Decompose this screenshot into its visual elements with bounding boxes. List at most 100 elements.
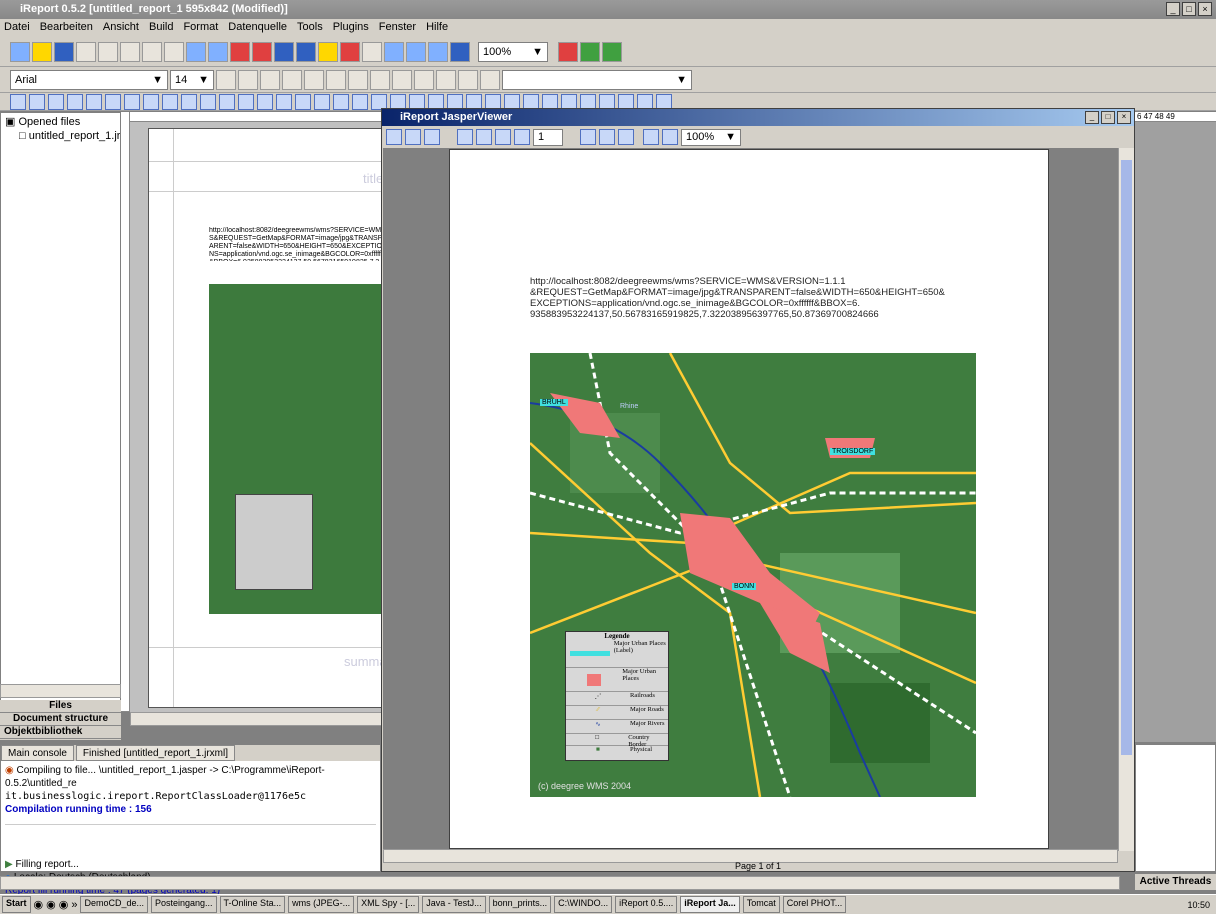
pointer-icon[interactable] (142, 41, 162, 62)
viewer-vscroll[interactable] (1118, 148, 1134, 851)
task-button[interactable]: Java - TestJ... (422, 896, 486, 913)
align-icon[interactable] (29, 93, 45, 110)
quicklaunch-icon[interactable]: ◉ (34, 898, 44, 911)
align-left-icon[interactable] (348, 69, 368, 90)
align-icon[interactable] (333, 93, 349, 110)
valign-bottom-icon[interactable] (480, 69, 500, 90)
copy-icon[interactable] (98, 41, 118, 62)
image-icon[interactable] (252, 41, 272, 62)
menu-format[interactable]: Format (183, 21, 218, 35)
design-map-image[interactable] (209, 284, 383, 614)
menu-bearbeiten[interactable]: Bearbeiten (40, 21, 93, 35)
tab-main-console[interactable]: Main console (1, 745, 74, 761)
task-button[interactable]: Tomcat (742, 896, 780, 913)
align-icon[interactable] (48, 93, 64, 110)
task-button[interactable]: Corel PHOT... (782, 896, 847, 913)
shrink-font-icon[interactable] (238, 69, 258, 90)
menu-datenquelle[interactable]: Datenquelle (228, 21, 287, 35)
task-button[interactable]: T-Online Sta... (219, 896, 286, 913)
last-page-icon[interactable] (514, 129, 530, 145)
align-icon[interactable] (86, 93, 102, 110)
run-icon[interactable] (580, 41, 600, 62)
chart-icon[interactable] (340, 41, 360, 62)
open-icon[interactable] (32, 41, 52, 62)
close-button[interactable]: × (1198, 2, 1212, 16)
zoom-out-icon[interactable] (662, 129, 678, 145)
new-icon[interactable] (10, 41, 30, 62)
compile-icon[interactable] (558, 41, 578, 62)
quicklaunch-icon[interactable]: ◉ (46, 898, 56, 911)
design-hscroll[interactable] (130, 712, 384, 726)
style-select[interactable]: ▼ (502, 69, 692, 90)
align-icon[interactable] (143, 93, 159, 110)
fit-page-icon[interactable] (599, 129, 615, 145)
prev-page-icon[interactable] (476, 129, 492, 145)
close-button[interactable]: × (1117, 111, 1131, 124)
align-icon[interactable] (162, 93, 178, 110)
reload-icon[interactable] (424, 129, 440, 145)
line-icon[interactable] (164, 41, 184, 62)
barcode-icon[interactable] (362, 41, 382, 62)
align-icon[interactable] (276, 93, 292, 110)
rectangle-icon[interactable] (186, 41, 206, 62)
frame-icon[interactable] (384, 41, 404, 62)
ellipse-icon[interactable] (230, 41, 250, 62)
design-url-field[interactable]: http://localhost:8082/deegreewms/wms?SER… (209, 227, 383, 261)
menu-hilfe[interactable]: Hilfe (426, 21, 448, 35)
cut-icon[interactable] (76, 41, 96, 62)
quicklaunch-icon[interactable]: ◉ (59, 898, 69, 911)
band-icon[interactable] (406, 41, 426, 62)
minimize-button[interactable]: _ (1166, 2, 1180, 16)
align-icon[interactable] (200, 93, 216, 110)
align-icon[interactable] (10, 93, 26, 110)
tab-finished[interactable]: Finished [untitled_report_1.jrxml] (75, 745, 235, 761)
align-icon[interactable] (105, 93, 121, 110)
valign-top-icon[interactable] (436, 69, 456, 90)
align-icon[interactable] (295, 93, 311, 110)
align-icon[interactable] (352, 93, 368, 110)
align-icon[interactable] (124, 93, 140, 110)
task-button[interactable]: C:\WINDO... (554, 896, 613, 913)
tree-root[interactable]: ▣ Opened files (1, 113, 120, 130)
task-button[interactable]: wms (JPEG-... (288, 896, 355, 913)
task-button[interactable]: Posteingang... (151, 896, 217, 913)
strike-icon[interactable] (326, 69, 346, 90)
tab-document-structure[interactable]: Document structure (0, 713, 121, 726)
menu-ansicht[interactable]: Ansicht (103, 21, 139, 35)
maximize-button[interactable]: □ (1182, 2, 1196, 16)
save-icon[interactable] (54, 41, 74, 62)
underline-icon[interactable] (304, 69, 324, 90)
font-select[interactable]: Arial ▼ (10, 69, 168, 90)
menu-fenster[interactable]: Fenster (379, 21, 416, 35)
menu-plugins[interactable]: Plugins (333, 21, 369, 35)
align-icon[interactable] (219, 93, 235, 110)
first-page-icon[interactable] (457, 129, 473, 145)
task-button[interactable]: XML Spy - [... (357, 896, 420, 913)
page-number-input[interactable]: 1 (533, 128, 563, 146)
align-center-icon[interactable] (392, 69, 412, 90)
bottom-hscroll[interactable] (0, 876, 1120, 890)
menu-datei[interactable]: Datei (4, 21, 30, 35)
menu-tools[interactable]: Tools (297, 21, 323, 35)
expand-icon[interactable]: » (71, 899, 77, 911)
actual-size-icon[interactable] (580, 129, 596, 145)
active-threads-tab[interactable]: Active Threads (1135, 874, 1216, 890)
align-right-icon[interactable] (414, 69, 434, 90)
tree-item-file[interactable]: □ untitled_report_1.jrxml (1, 130, 120, 142)
align-icon[interactable] (67, 93, 83, 110)
maximize-button[interactable]: □ (1101, 111, 1115, 124)
grow-font-icon[interactable] (216, 69, 236, 90)
viewer-zoom-select[interactable]: 100% ▼ (681, 128, 741, 146)
files-scrollbar[interactable] (0, 684, 121, 698)
italic-icon[interactable] (282, 69, 302, 90)
align-icon[interactable] (314, 93, 330, 110)
zoom-in-icon[interactable] (643, 129, 659, 145)
text-field-icon[interactable] (296, 41, 316, 62)
font-size-select[interactable]: 14 ▼ (170, 69, 214, 90)
task-button[interactable]: bonn_prints... (488, 896, 552, 913)
align-icon[interactable] (181, 93, 197, 110)
valign-middle-icon[interactable] (458, 69, 478, 90)
bold-icon[interactable] (260, 69, 280, 90)
align-icon[interactable] (238, 93, 254, 110)
tab-files[interactable]: Files (0, 700, 121, 713)
